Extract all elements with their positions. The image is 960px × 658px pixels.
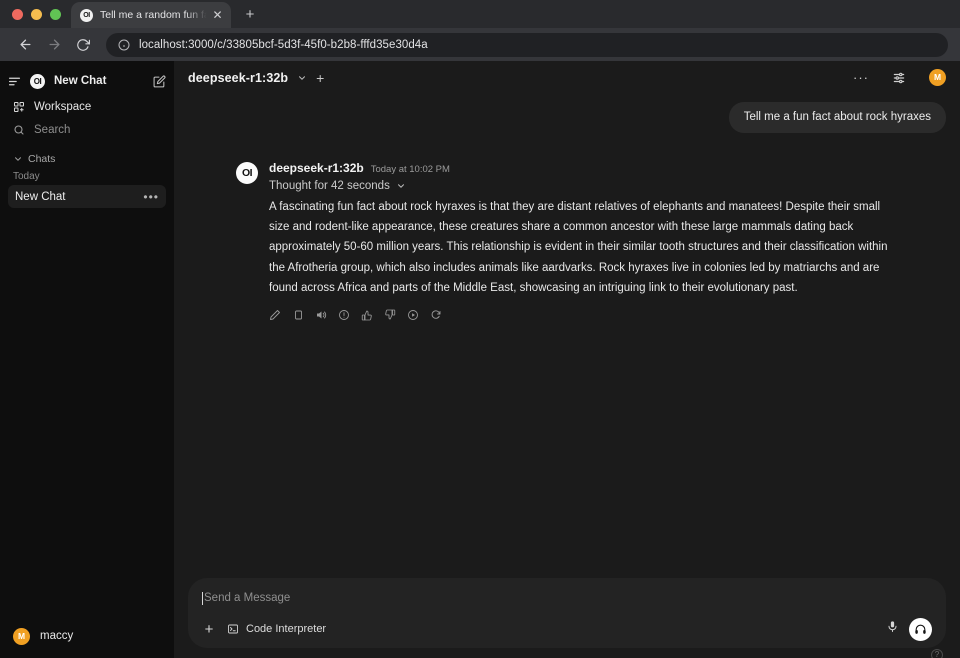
sidebar-search[interactable]: Search [8,118,166,141]
message-input-placeholder: Send a Message [204,592,291,604]
openwebui-logo-icon: OI [30,73,45,89]
sidebar: OI New Chat Workspace Search Chats Today [0,61,174,658]
sidebar-item-workspace-label: Workspace [34,100,92,113]
maximize-window-button[interactable] [50,8,61,20]
tool-code-interpreter-label: Code Interpreter [246,623,327,635]
text-caret [202,591,203,605]
thumbs-up-icon[interactable] [361,309,373,321]
sidebar-user-name: maccy [40,630,74,642]
copy-icon[interactable] [292,309,304,321]
tab-favicon-icon: OI [80,8,93,22]
speaker-icon[interactable] [315,309,327,321]
sidebar-chats-section-label: Chats [28,153,56,165]
sidebar-search-label: Search [34,123,71,136]
avatar: M [13,627,30,645]
assistant-message-row: OI deepseek-r1:32b Today at 10:02 PM Tho… [188,161,946,321]
reload-button[interactable] [70,32,96,58]
sidebar-chat-item-label: New Chat [15,190,66,203]
app-root: OI New Chat Workspace Search Chats Today [0,61,960,658]
assistant-message-meta: deepseek-r1:32b Today at 10:02 PM [269,161,894,175]
model-selector-label[interactable]: deepseek-r1:32b [188,71,288,85]
chevron-down-icon[interactable] [297,73,307,83]
sidebar-toggle-icon[interactable] [8,75,21,88]
address-bar-url: localhost:3000/c/33805bcf-5d3f-45f0-b2b8… [139,38,428,51]
browser-tab[interactable]: OI Tell me a random fun fact abo ✕ [71,2,231,28]
edit-pencil-icon[interactable] [269,309,281,321]
new-chat-pencil-icon[interactable] [153,75,166,88]
message-thread: Tell me a fun fact about rock hyraxes OI… [174,94,960,578]
chevron-down-icon [396,181,406,191]
thought-toggle[interactable]: Thought for 42 seconds [269,180,894,192]
chevron-down-icon [13,154,23,164]
user-message-row: Tell me a fun fact about rock hyraxes [188,102,946,133]
browser-chrome: OI Tell me a random fun fact abo ✕ + loc… [0,0,960,61]
tool-code-interpreter[interactable]: Code Interpreter [227,623,326,635]
main-panel: deepseek-r1:32b + ··· M Tell me a fun fa… [174,61,960,658]
add-model-button[interactable]: + [316,71,324,85]
back-button[interactable] [12,32,38,58]
assistant-message-body: deepseek-r1:32b Today at 10:02 PM Though… [269,161,894,321]
assistant-name: deepseek-r1:32b [269,160,364,175]
regenerate-icon[interactable] [430,309,442,321]
browser-tabstrip: OI Tell me a random fun fact abo ✕ + [0,0,960,28]
search-icon [13,124,25,136]
thought-toggle-label: Thought for 42 seconds [269,179,390,192]
thumbs-down-icon[interactable] [384,309,396,321]
sidebar-new-chat-label[interactable]: New Chat [54,75,144,87]
assistant-timestamp: Today at 10:02 PM [370,163,450,175]
assistant-message-actions [269,309,894,321]
user-message-bubble: Tell me a fun fact about rock hyraxes [728,102,946,133]
info-icon[interactable] [338,309,350,321]
sidebar-user-button[interactable]: M maccy [8,623,166,649]
minimize-window-button[interactable] [31,8,42,20]
close-tab-icon[interactable]: ✕ [210,8,225,23]
tab-title: Tell me a random fun fact abo [100,9,210,21]
new-tab-button[interactable]: + [237,2,263,28]
forward-button[interactable] [41,32,67,58]
browser-toolbar: localhost:3000/c/33805bcf-5d3f-45f0-b2b8… [0,28,960,61]
composer-area: Send a Message + Code Interpreter ? [174,578,960,658]
site-info-icon [118,39,130,50]
add-attachment-button[interactable]: + [202,622,216,637]
sidebar-chat-item-menu-icon[interactable]: ••• [143,191,159,203]
message-input[interactable]: Send a Message [202,589,932,607]
voice-call-button[interactable] [909,617,932,641]
window-traffic-lights [10,0,71,28]
sidebar-chats-section[interactable]: Chats [8,150,166,168]
close-window-button[interactable] [12,8,23,20]
sidebar-header: OI New Chat [8,67,166,95]
workspace-grid-icon [13,101,25,113]
avatar[interactable]: M [929,69,946,86]
sidebar-chat-item[interactable]: New Chat ••• [8,185,166,208]
sidebar-item-workspace[interactable]: Workspace [8,95,166,118]
chat-more-menu-button[interactable]: ··· [853,71,869,84]
composer-right-actions [886,617,932,641]
sliders-icon[interactable] [892,71,906,85]
address-bar[interactable]: localhost:3000/c/33805bcf-5d3f-45f0-b2b8… [106,32,948,57]
composer-toolbar: + Code Interpreter [202,617,932,641]
message-composer[interactable]: Send a Message + Code Interpreter ? [188,578,946,658]
help-button[interactable]: ? [931,649,943,658]
assistant-avatar-icon: OI [236,161,258,184]
chat-header: deepseek-r1:32b + ··· M [174,61,960,94]
microphone-icon[interactable] [886,620,899,638]
sidebar-day-label: Today [13,171,40,182]
code-interpreter-icon [227,623,239,635]
assistant-message-text: A fascinating fun fact about rock hyraxe… [269,200,888,294]
continue-icon[interactable] [407,309,419,321]
